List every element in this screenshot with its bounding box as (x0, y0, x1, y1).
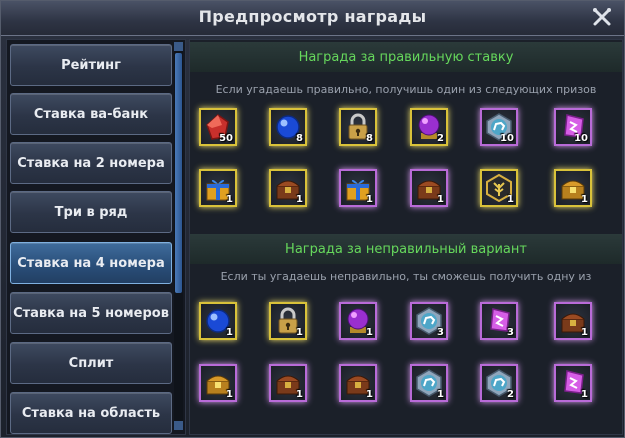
bet-type-list: Рейтинг Ставка ва-банк Ставка на 2 номер… (6, 39, 186, 435)
reward-quantity: 1 (226, 194, 233, 205)
reward-quantity: 1 (296, 327, 303, 338)
reward-slot[interactable]: 1 (554, 169, 592, 207)
reward-slot[interactable]: 1 (269, 169, 307, 207)
reward-quantity: 1 (226, 327, 233, 338)
sidebar-item-label: Рейтинг (61, 57, 121, 73)
reward-quantity: 10 (574, 133, 588, 144)
sidebar-item-two-numbers[interactable]: Ставка на 2 номера (10, 142, 172, 184)
reward-slot[interactable]: 8 (269, 108, 307, 146)
sidebar-item-label: Сплит (68, 355, 114, 371)
sidebar-item-label: Три в ряд (54, 204, 128, 220)
reward-quantity: 3 (507, 327, 514, 338)
reward-quantity: 50 (219, 133, 233, 144)
window-title: Предпросмотр награды (198, 7, 427, 26)
reward-quantity: 1 (366, 327, 373, 338)
reward-slot[interactable]: 1 (554, 364, 592, 402)
reward-slot[interactable]: 1 (199, 169, 237, 207)
reward-quantity: 1 (507, 194, 514, 205)
correct-reward-subtitle: Если угадаешь правильно, получишь один и… (215, 83, 597, 96)
sidebar-item-area[interactable]: Ставка на область (10, 392, 172, 434)
reward-slot[interactable]: 50 (199, 108, 237, 146)
reward-quantity: 1 (437, 194, 444, 205)
reward-preview-window: Предпросмотр награды Рейтинг Ставка ва-б… (0, 0, 625, 438)
reward-slot[interactable]: 1 (199, 302, 237, 340)
reward-slot[interactable]: 10 (554, 108, 592, 146)
reward-quantity: 1 (581, 194, 588, 205)
sidebar-item-label: Ставка ва-банк (33, 106, 149, 122)
reward-slot[interactable]: 1 (339, 364, 377, 402)
title-bar: Предпросмотр награды (1, 1, 624, 36)
reward-quantity: 8 (366, 133, 373, 144)
sidebar-item-all-in[interactable]: Ставка ва-банк (10, 93, 172, 135)
correct-reward-title: Награда за правильную ставку (190, 42, 622, 72)
reward-slot[interactable]: 2 (480, 364, 518, 402)
reward-slot[interactable]: 3 (480, 302, 518, 340)
reward-slot[interactable]: 2 (410, 108, 448, 146)
sidebar-item-label: Ставка на 4 номера (17, 255, 165, 271)
reward-slot[interactable]: 8 (339, 108, 377, 146)
reward-slot[interactable]: 1 (199, 364, 237, 402)
sidebar-item-label: Ставка на 2 номера (17, 155, 165, 171)
sidebar-item-rating[interactable]: Рейтинг (10, 44, 172, 86)
reward-quantity: 2 (507, 389, 514, 400)
reward-slot[interactable]: 1 (339, 302, 377, 340)
reward-quantity: 8 (296, 133, 303, 144)
reward-quantity: 1 (226, 389, 233, 400)
reward-slot[interactable]: 1 (480, 169, 518, 207)
reward-slot[interactable]: 1 (269, 302, 307, 340)
sidebar-item-split[interactable]: Сплит (10, 342, 172, 384)
reward-quantity: 3 (437, 327, 444, 338)
reward-quantity: 1 (296, 389, 303, 400)
reward-quantity: 1 (366, 194, 373, 205)
reward-quantity: 1 (581, 327, 588, 338)
reward-slot[interactable]: 3 (410, 302, 448, 340)
reward-slot[interactable]: 1 (554, 302, 592, 340)
reward-quantity: 1 (296, 194, 303, 205)
reward-slot[interactable]: 1 (269, 364, 307, 402)
reward-quantity: 1 (437, 389, 444, 400)
reward-slot[interactable]: 1 (410, 364, 448, 402)
sidebar-item-label: Ставка на 5 номеров (13, 305, 169, 321)
sidebar-item-label: Ставка на область (21, 405, 161, 421)
reward-quantity: 1 (581, 389, 588, 400)
reward-quantity: 1 (366, 389, 373, 400)
wrong-reward-title: Награда за неправильный вариант (190, 234, 622, 264)
reward-slot[interactable]: 10 (480, 108, 518, 146)
reward-slot[interactable]: 1 (339, 169, 377, 207)
reward-slot[interactable]: 1 (410, 169, 448, 207)
scroll-up-icon[interactable] (174, 42, 183, 51)
scrollbar-thumb[interactable] (175, 53, 182, 293)
sidebar-item-three-in-row[interactable]: Три в ряд (10, 191, 172, 233)
reward-panel: Награда за правильную ставку Если угадае… (189, 39, 623, 435)
sidebar-item-five-numbers[interactable]: Ставка на 5 номеров (10, 292, 172, 334)
scroll-down-icon[interactable] (174, 421, 183, 430)
reward-quantity: 10 (500, 133, 514, 144)
reward-quantity: 2 (437, 133, 444, 144)
sidebar-item-four-numbers[interactable]: Ставка на 4 номера (10, 242, 172, 284)
sidebar-scrollbar[interactable] (174, 42, 183, 430)
wrong-reward-subtitle: Если ты угадаешь неправильно, ты сможешь… (220, 270, 592, 283)
close-icon[interactable] (590, 5, 614, 29)
